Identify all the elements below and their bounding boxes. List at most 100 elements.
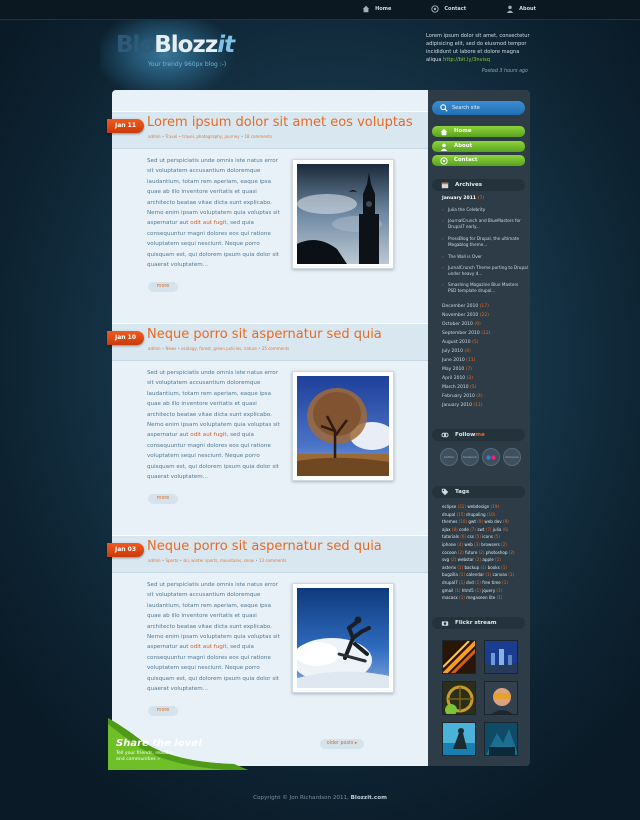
tag-link[interactable]: drupaling (10) (466, 512, 495, 517)
post-title[interactable]: Neque porro sit aspernatur sed quia (147, 539, 382, 554)
tag-link[interactable]: future (2) (465, 550, 484, 555)
tag-link[interactable]: jquery (1) (482, 588, 502, 593)
tag-link[interactable]: drupal (15) (442, 512, 465, 517)
flickr-photo[interactable] (442, 681, 476, 715)
post-tags[interactable]: ski, winter sports, mountains, snow (183, 558, 254, 563)
tag-link[interactable]: iphone (4) (442, 542, 463, 547)
post-thumbnail[interactable] (292, 371, 394, 481)
tag-link[interactable]: browsers (2) (481, 542, 507, 547)
archive-month[interactable]: August 2010 (5) (442, 340, 478, 345)
tweet-link[interactable]: http://bit.ly/3nvisq (443, 57, 490, 63)
archive-month[interactable]: December 2010 (17) (442, 304, 489, 309)
tag-link[interactable]: gmail (1) (442, 588, 460, 593)
archive-post-link[interactable]: › JournalCrunch and BlueMasters for Drupa… (442, 218, 528, 230)
tag-link[interactable]: swt (7) (477, 527, 491, 532)
archive-month[interactable]: September 2010 (12) (442, 331, 490, 336)
flickr-photo[interactable] (442, 722, 476, 756)
post-title[interactable]: Lorem ipsum dolor sit amet eos voluptas (147, 115, 413, 130)
archive-month[interactable]: June 2010 (11) (442, 358, 475, 363)
post-excerpt-highlight[interactable]: odit aut fugit (190, 432, 226, 438)
tag-link[interactable]: macosx (1) (442, 595, 465, 600)
archive-month[interactable]: March 2010 (5) (442, 385, 476, 390)
archive-post-link[interactable]: › Smashing Magazine Blue Masters PSD temp… (442, 282, 528, 294)
tag-link[interactable]: eclipse (21) (442, 504, 466, 509)
tag-link[interactable]: code (7) (459, 527, 476, 532)
top-nav-home[interactable]: Home (362, 5, 391, 13)
top-nav-about[interactable]: About (506, 5, 536, 13)
tag-link[interactable]: cocoon (2) (442, 550, 464, 555)
share-ribbon[interactable]: Share the love! Tell your friends, reade… (108, 718, 248, 772)
archive-month[interactable]: May 2010 (7) (442, 367, 472, 372)
flickr-photo[interactable] (442, 640, 476, 674)
archive-month[interactable]: January 2010 (11) (442, 403, 483, 408)
tag-link[interactable]: web dev (9) (484, 519, 508, 524)
post-comments[interactable]: 18 comments (245, 134, 272, 139)
tag-link[interactable]: svg (2) (442, 557, 456, 562)
sidebar-nav-contact[interactable]: Contact (432, 155, 525, 166)
tag-link[interactable]: themes (10) (442, 519, 467, 524)
flickr-photo[interactable] (484, 722, 518, 756)
tag-link[interactable]: tutorials (6) (442, 534, 466, 539)
post-thumbnail[interactable] (292, 159, 394, 269)
twitter-icon[interactable]: twitter (440, 448, 458, 466)
archive-month[interactable]: July 2010 (4) (442, 349, 471, 354)
post-comments[interactable]: 13 comments (259, 558, 286, 563)
tag-link[interactable]: drupal7 (1) (442, 580, 465, 585)
post-category[interactable]: Travel (165, 134, 177, 139)
post-tags[interactable]: travel, photography, journey (182, 134, 239, 139)
post-excerpt-highlight[interactable]: odit aut fugit (190, 220, 226, 226)
sidebar-nav-home[interactable]: Home (432, 126, 525, 137)
archive-month[interactable]: October 2010 (9) (442, 322, 481, 327)
tag-link[interactable]: books (1) (488, 565, 507, 570)
post-thumbnail[interactable] (292, 583, 394, 693)
flickr-photo[interactable] (484, 681, 518, 715)
sidebar-nav-about[interactable]: About (432, 141, 525, 152)
facebook-icon[interactable]: facebook (461, 448, 479, 466)
tag-link[interactable]: asterix (1) (442, 565, 463, 570)
top-nav-contact[interactable]: Contact (431, 5, 466, 13)
post-category[interactable]: News (165, 346, 176, 351)
archive-post-link[interactable]: › PressBlog for Drupal, the ultimate Mega… (442, 236, 528, 248)
tag-link[interactable]: css (5) (467, 534, 481, 539)
older-posts-button[interactable]: older posts ▸ (320, 739, 364, 749)
tag-link[interactable]: canvas (1) (493, 572, 515, 577)
post-comments[interactable]: 25 comments (262, 346, 289, 351)
tag-link[interactable]: calendar (1) (466, 572, 491, 577)
archive-post-link[interactable]: › The Wall is Over (442, 254, 528, 260)
flickr-icon[interactable] (482, 448, 500, 466)
archive-month[interactable]: February 2010 (4) (442, 394, 483, 399)
archive-month[interactable]: November 2010 (22) (442, 313, 489, 318)
delicious-icon[interactable]: delicious (503, 448, 521, 466)
tag-link[interactable]: webstar (2) (458, 557, 482, 562)
flickr-photo[interactable] (484, 640, 518, 674)
more-button[interactable]: more (148, 282, 178, 292)
archive-post-link[interactable]: › JurnalCrunch Theme porting to Drupal un… (442, 265, 528, 277)
tag-link[interactable]: photoshop (2) (486, 550, 515, 555)
tag-link[interactable]: html5 (1) (462, 588, 481, 593)
more-button[interactable]: more (148, 706, 178, 716)
tag-link[interactable]: dvd (1) (466, 580, 481, 585)
footer-site-link[interactable]: Blozzit.com (351, 795, 387, 801)
tag-link[interactable]: free time (1) (482, 580, 508, 585)
more-button[interactable]: more (148, 494, 178, 504)
tag-link[interactable]: bugzilla (1) (442, 572, 465, 577)
tag-link[interactable]: apple (1) (482, 557, 500, 562)
post-excerpt-highlight[interactable]: odit aut fugit (190, 644, 226, 650)
tag-link[interactable]: web (3) (464, 542, 480, 547)
post-category[interactable]: Sports (165, 558, 178, 563)
archive-current-month[interactable]: January 2011 (7) (442, 196, 484, 201)
post-tags[interactable]: ecology, forest, green policies, nature (181, 346, 257, 351)
tag-link[interactable]: megaseen lite (1) (466, 595, 502, 600)
archive-post-link[interactable]: › Julia the Celebrity (442, 207, 528, 213)
post-title[interactable]: Neque porro sit aspernatur sed quia (147, 327, 382, 342)
search-input[interactable]: Search site (432, 101, 525, 115)
tag-link[interactable]: ajax (8) (442, 527, 458, 532)
tag-link[interactable]: webdesign (19) (467, 504, 499, 509)
tag-link[interactable]: gwt (9) (468, 519, 483, 524)
tag-link[interactable]: backup (1) (464, 565, 486, 570)
post-author[interactable]: admin (148, 134, 161, 139)
tag-link[interactable]: icons (5) (482, 534, 500, 539)
tag-link[interactable]: julia (6) (493, 527, 509, 532)
post-author[interactable]: admin (148, 346, 161, 351)
post-author[interactable]: admin (148, 558, 161, 563)
